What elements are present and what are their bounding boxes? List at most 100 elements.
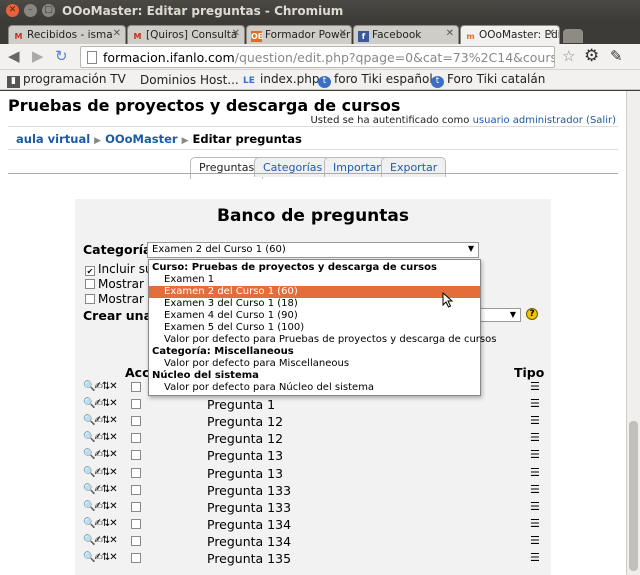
delete-icon[interactable]: ✕ [109,398,117,409]
checkbox[interactable] [85,279,95,289]
question-checkbox[interactable] [131,416,141,427]
edit-icon[interactable]: ✍ [94,415,102,426]
preview-icon[interactable]: 🔍 [83,381,95,392]
question-checkbox[interactable] [131,484,141,495]
question-checkbox[interactable] [131,399,141,410]
page-scrollbar[interactable] [626,91,640,575]
bookmark-dominios[interactable]: Dominios Host... [124,72,239,87]
breadcrumb: aula virtual ▶ OOoMaster ▶ Editar preguntas [8,126,618,150]
browser-tab-1[interactable]: M Recibidos - isma ✕ [8,25,126,44]
delete-icon[interactable]: ✕ [109,449,117,460]
back-icon[interactable]: ◀ [8,48,20,65]
category-select[interactable]: Examen 2 del Curso 1 (60) ▼ [147,242,479,258]
delete-icon[interactable]: ✕ [109,484,117,495]
tab-close-icon[interactable]: ✕ [339,28,347,39]
tab-exportar[interactable]: Exportar [381,157,447,177]
question-type-icon: ☰ [530,551,540,564]
edit-icon[interactable]: ✍ [94,398,102,409]
preview-icon[interactable]: 🔍 [83,467,95,478]
delete-icon[interactable]: ✕ [109,535,117,546]
question-checkbox[interactable] [131,535,141,546]
tab-preguntas[interactable]: Preguntas [190,157,264,179]
window-maximize-icon[interactable]: □ [42,4,55,17]
preview-icon[interactable]: 🔍 [83,398,95,409]
logout-link[interactable]: (Salir) [586,115,616,126]
question-checkbox[interactable] [131,382,141,392]
question-type-icon: ☰ [530,380,540,393]
browser-tab-4[interactable]: f Facebook ✕ [353,25,459,44]
preview-icon[interactable]: 🔍 [83,449,95,460]
gear-icon[interactable]: ⚙ [584,48,599,65]
edit-icon[interactable]: ✍ [94,432,102,443]
tab-close-icon[interactable]: ✕ [547,28,555,39]
tab-close-icon[interactable]: ✕ [232,28,240,39]
dropdown-option[interactable]: Examen 5 del Curso 1 (100) [149,322,480,334]
delete-icon[interactable]: ✕ [109,518,117,529]
address-bar[interactable]: formacion.ifanlo.com/question/edit.php?q… [80,46,555,68]
edit-icon[interactable]: ✍ [94,381,102,392]
help-icon[interactable]: ? [526,308,538,320]
browser-tab-3[interactable]: OE Formador Power ✕ [246,25,352,44]
question-checkbox[interactable] [131,450,141,461]
bookmark-tiki-es[interactable]: t foro Tiki español [318,72,433,88]
preview-icon[interactable]: 🔍 [83,518,95,529]
delete-icon[interactable]: ✕ [109,432,117,443]
dropdown-option[interactable]: Examen 4 del Curso 1 (90) [149,310,480,322]
edit-icon[interactable]: ✍ [94,467,102,478]
wrench-icon[interactable]: ✎ [610,48,623,65]
preview-icon[interactable]: 🔍 [83,535,95,546]
scrollbar-thumb[interactable] [629,421,638,571]
window-minimize-icon[interactable]: – [24,4,37,17]
browser-tab-5[interactable]: m OOoMaster: Edit ✕ [460,25,560,44]
tab-categorias[interactable]: Categorías [254,157,332,177]
dropdown-option[interactable]: Valor por defecto para Miscellaneous [149,358,480,370]
edit-icon[interactable]: ✍ [94,535,102,546]
preview-icon[interactable]: 🔍 [83,501,95,512]
bookmark-index[interactable]: LE index.php [241,72,319,88]
option-include-subcategories[interactable]: ✔ Incluir su [85,262,153,276]
dropdown-option[interactable]: Valor por defecto para Pruebas de proyec… [149,334,496,346]
forward-icon[interactable]: ▶ [32,48,44,65]
question-checkbox[interactable] [131,518,141,529]
reload-icon[interactable]: ↻ [55,48,68,65]
option-show-old[interactable]: Mostrar e [85,292,155,306]
tab-close-icon[interactable]: ✕ [113,28,121,39]
dropdown-option[interactable]: Valor por defecto para Núcleo del sistem… [149,382,480,394]
delete-icon[interactable]: ✕ [109,501,117,512]
user-link[interactable]: usuario administrador [473,115,583,126]
breadcrumb-course[interactable]: OOoMaster [105,132,177,146]
edit-icon[interactable]: ✍ [94,501,102,512]
question-checkbox[interactable] [131,553,141,563]
delete-icon[interactable]: ✕ [109,381,117,392]
question-action-icons: 🔍✍⇅✕ [83,398,118,409]
preview-icon[interactable]: 🔍 [83,552,95,563]
dropdown-option[interactable]: Examen 1 [149,274,480,286]
edit-icon[interactable]: ✍ [94,518,102,529]
preview-icon[interactable]: 🔍 [83,484,95,495]
preview-icon[interactable]: 🔍 [83,415,95,426]
delete-icon[interactable]: ✕ [109,552,117,563]
bookmark-tv[interactable]: ▮ programación TV [7,72,126,88]
delete-icon[interactable]: ✕ [109,415,117,426]
question-type-icon: ☰ [530,465,540,479]
question-checkbox[interactable] [131,467,141,478]
question-checkbox[interactable] [131,433,141,444]
edit-icon[interactable]: ✍ [94,484,102,495]
delete-icon[interactable]: ✕ [109,467,117,478]
edit-icon[interactable]: ✍ [94,449,102,460]
dropdown-option-selected[interactable]: Examen 2 del Curso 1 (60) [149,286,480,298]
window-close-icon[interactable]: ✕ [6,4,19,17]
dropdown-option[interactable]: Examen 3 del Curso 1 (18) [149,298,480,310]
checkbox-checked-icon[interactable]: ✔ [85,266,95,276]
checkbox[interactable] [85,294,95,304]
question-checkbox[interactable] [131,501,141,512]
preview-icon[interactable]: 🔍 [83,432,95,443]
browser-tab-2[interactable]: M [Quiros] Consulta ✕ [127,25,245,44]
tab-close-icon[interactable]: ✕ [446,28,454,39]
tab-importar[interactable]: Importar [324,157,390,177]
star-icon[interactable]: ☆ [562,48,575,65]
edit-icon[interactable]: ✍ [94,552,102,563]
new-tab-button[interactable] [563,29,583,43]
breadcrumb-aula-virtual[interactable]: aula virtual [16,132,90,146]
bookmark-tiki-ca[interactable]: t Foro Tiki catalán [431,72,545,88]
